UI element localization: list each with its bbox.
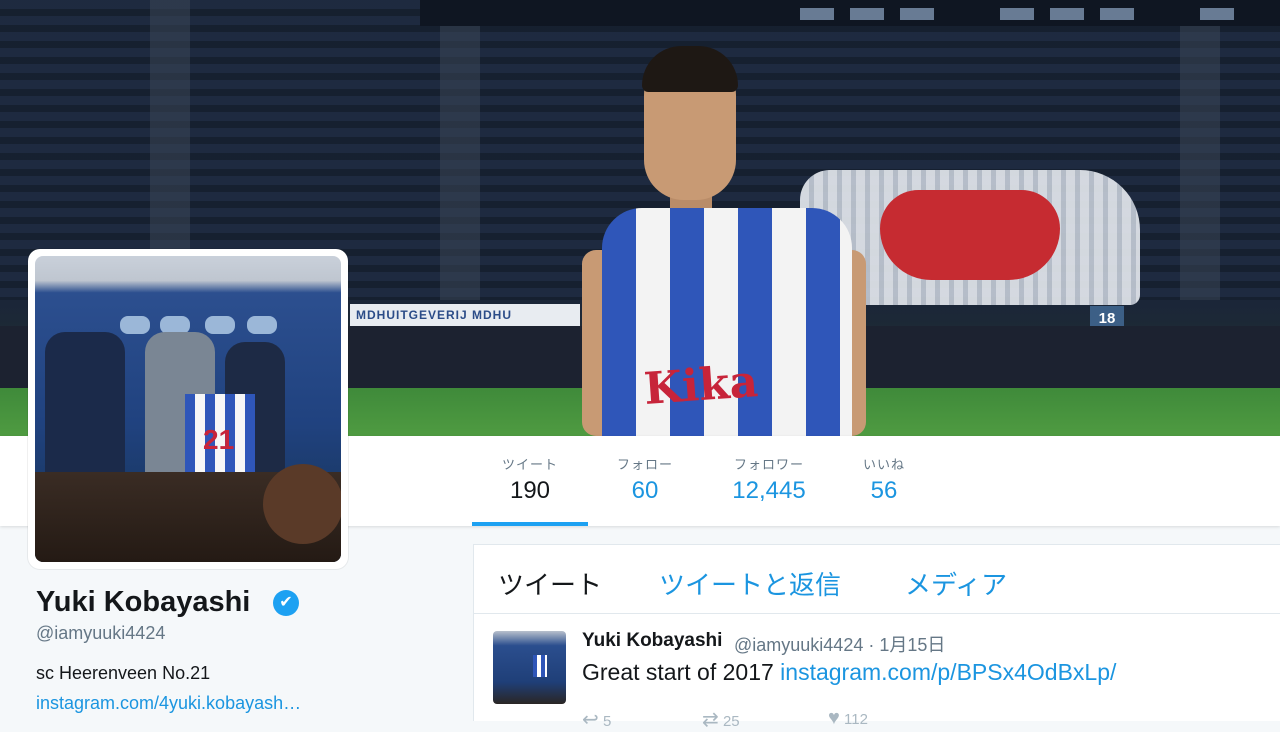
timeline-tabs: ツイート ツイートと返信 メディア [474,545,1280,614]
profile-avatar[interactable]: 21 [28,249,348,569]
profile-website-link[interactable]: instagram.com/4yuki.kobayash… [36,693,301,714]
tab-media[interactable]: メディア [905,565,1007,602]
tweet-meta[interactable]: @iamyuuki4424 · 1月15日 [734,631,945,657]
timeline: ツイート ツイートと返信 メディア Yuki Kobayashi @iamyuu… [473,544,1280,731]
tweet-item[interactable]: Yuki Kobayashi @iamyuuki4424 · 1月15日 Gre… [474,614,1280,731]
stat-likes-value: 56 [870,477,898,504]
stat-following-label: フォロー [616,457,673,472]
tab-tweets-and-replies[interactable]: ツイートと返信 [659,565,841,602]
tweet-author-name[interactable]: Yuki Kobayashi [582,630,722,652]
jersey-number: 21 [203,424,235,455]
active-stat-indicator [472,522,588,526]
tweet-text: Great start of 2017 instagram.com/p/BPSx… [582,659,1116,686]
reply-icon: ↩ [582,709,599,731]
tweet-avatar[interactable] [493,631,566,704]
like-button[interactable]: ♥ 112 [828,707,868,730]
stadium-aisle [1180,0,1220,300]
like-icon: ♥ [828,707,840,729]
retweet-count: 25 [722,713,740,730]
reply-count: 5 [602,713,612,730]
tab-tweets[interactable]: ツイート [498,565,602,602]
player-figure: Kika [582,40,866,436]
profile-name: Yuki Kobayashi [36,586,251,618]
stat-followers-value: 12,445 [732,477,806,504]
tweet-body: Great start of 2017 [582,659,781,685]
tweet-link[interactable]: instagram.com/p/BPSx4OdBxLp/ [780,659,1116,685]
verified-badge-icon: ✔ [273,590,299,616]
advertising-board: MDHUITGEVERIJ MDHU [350,304,580,326]
stat-likes[interactable]: いいね 56 [853,454,915,505]
stat-tweets[interactable]: ツイート 190 [495,454,565,505]
stat-followers-label: フォロワー [733,457,804,472]
retweet-icon: ⇄ [702,709,719,731]
stat-tweets-value: 190 [509,477,551,504]
stat-likes-label: いいね [862,457,905,472]
stat-followers[interactable]: フォロワー 12,445 [720,454,818,505]
stadium-aisle [440,0,480,300]
avatar-photo: 21 [35,256,341,562]
stadium-roof [420,0,1280,26]
stat-following-value: 60 [631,477,659,504]
stat-tweets-label: ツイート [501,457,558,472]
heart-shape [880,190,1060,280]
stat-following[interactable]: フォロー 60 [609,454,681,505]
profile-bio: sc Heerenveen No.21 [36,663,211,683]
profile-handle[interactable]: @iamyuuki4424 [36,623,165,644]
jersey-sponsor: Kika [642,356,760,415]
